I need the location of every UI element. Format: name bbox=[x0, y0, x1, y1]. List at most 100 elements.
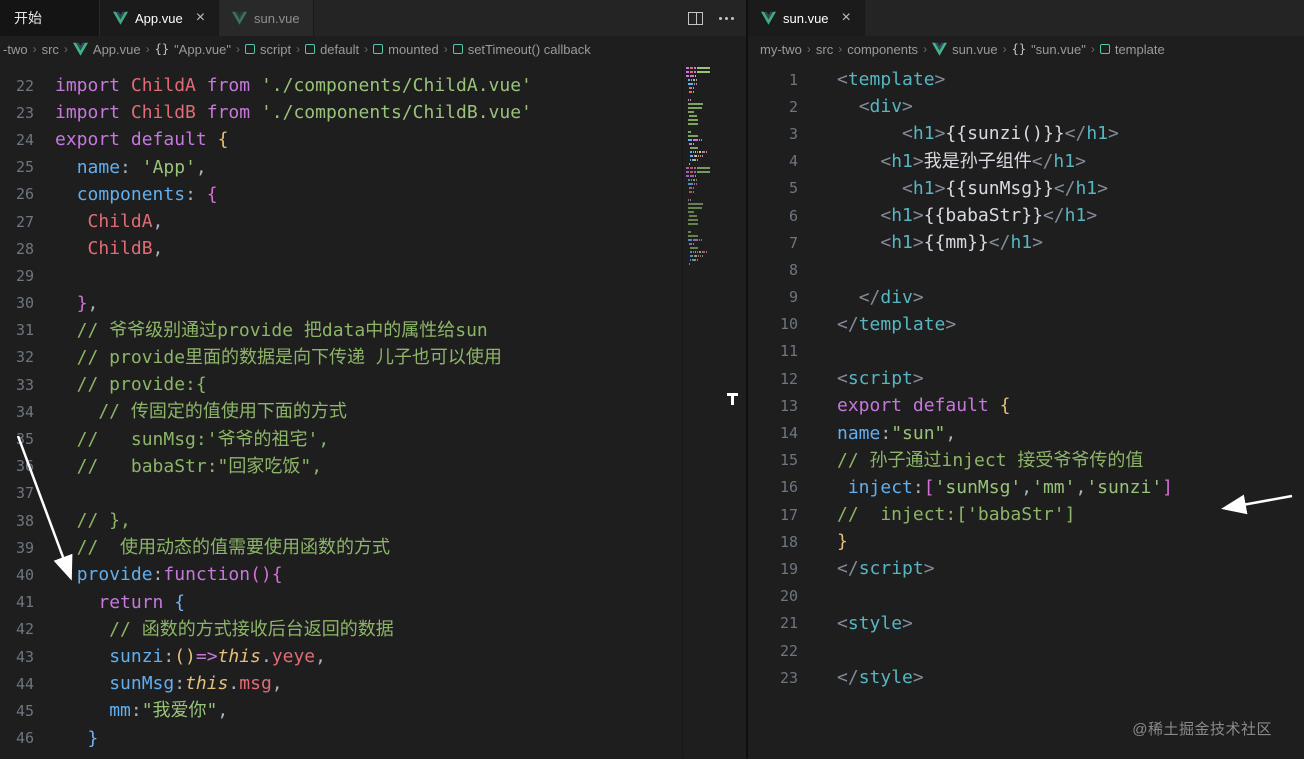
code-line[interactable]: 30 }, bbox=[0, 290, 746, 317]
braces-icon: {} bbox=[155, 42, 169, 56]
code-line[interactable]: 27 ChildA, bbox=[0, 208, 746, 235]
code-line[interactable]: 37 bbox=[0, 480, 746, 507]
code-line[interactable]: 13export default { bbox=[748, 392, 1304, 419]
code-line[interactable]: 23import ChildB from './components/Child… bbox=[0, 99, 746, 126]
code-line[interactable]: 35 // sunMsg:'爷爷的祖宅', bbox=[0, 425, 746, 452]
code-line[interactable]: 19</script> bbox=[748, 555, 1304, 582]
line-number: 19 bbox=[748, 560, 808, 578]
code-line[interactable]: 1<template> bbox=[748, 66, 1304, 93]
code-line[interactable]: 28 ChildB, bbox=[0, 235, 746, 262]
breadcrumb-item[interactable]: {}"App.vue" bbox=[155, 42, 231, 57]
breadcrumb-item[interactable]: script bbox=[245, 42, 291, 57]
editor-area: 22import ChildA from './components/Child… bbox=[0, 62, 1304, 759]
breadcrumb-item[interactable]: sun.vue bbox=[932, 42, 998, 57]
code-line[interactable]: 5 <h1>{{sunMsg}}</h1> bbox=[748, 175, 1304, 202]
code-text: sunzi:()=>this.yeye, bbox=[55, 643, 326, 670]
breadcrumb-item[interactable]: my-two bbox=[760, 42, 802, 57]
more-actions-icon[interactable] bbox=[719, 17, 734, 20]
code-line[interactable]: 12<script> bbox=[748, 365, 1304, 392]
code-area-left[interactable]: 22import ChildA from './components/Child… bbox=[0, 62, 746, 752]
breadcrumb-item[interactable]: components bbox=[847, 42, 918, 57]
code-line[interactable]: 8 bbox=[748, 256, 1304, 283]
split-editor-icon[interactable] bbox=[688, 12, 703, 25]
breadcrumb-item[interactable]: default bbox=[305, 42, 359, 57]
minimap[interactable] bbox=[682, 62, 712, 759]
breadcrumb-label: sun.vue bbox=[952, 42, 998, 57]
breadcrumb-item[interactable]: src bbox=[816, 42, 833, 57]
chevron-right-icon: › bbox=[838, 42, 842, 56]
code-line[interactable]: 41 return { bbox=[0, 589, 746, 616]
editor-pane-left[interactable]: 22import ChildA from './components/Child… bbox=[0, 62, 746, 759]
vue-icon bbox=[73, 42, 88, 56]
code-line[interactable]: 45 mm:"我爱你", bbox=[0, 697, 746, 724]
code-line[interactable]: 22 bbox=[748, 637, 1304, 664]
breadcrumb-item[interactable]: template bbox=[1100, 42, 1165, 57]
breadcrumb-item[interactable]: App.vue bbox=[73, 42, 141, 57]
close-icon[interactable]: × bbox=[842, 10, 851, 26]
breadcrumb-item[interactable]: setTimeout() callback bbox=[453, 42, 591, 57]
breadcrumb-left: -two›src›App.vue›{}"App.vue"›script›defa… bbox=[0, 36, 746, 62]
code-line[interactable]: 10</template> bbox=[748, 311, 1304, 338]
breadcrumb-item[interactable]: src bbox=[42, 42, 59, 57]
code-line[interactable]: 44 sunMsg:this.msg, bbox=[0, 670, 746, 697]
tab-sun.vue[interactable]: sun.vue × bbox=[748, 0, 865, 36]
start-label: 开始 bbox=[14, 8, 42, 28]
code-line[interactable]: 15// 孙子通过inject 接受爷爷传的值 bbox=[748, 447, 1304, 474]
line-number: 44 bbox=[0, 675, 44, 693]
code-line[interactable]: 34 // 传固定的值使用下面的方式 bbox=[0, 398, 746, 425]
code-line[interactable]: 14name:"sun", bbox=[748, 419, 1304, 446]
code-line[interactable]: 23</style> bbox=[748, 664, 1304, 691]
code-line[interactable]: 31 // 爷爷级别通过provide 把data中的属性给sun bbox=[0, 317, 746, 344]
code-line[interactable]: 29 bbox=[0, 262, 746, 289]
code-line[interactable]: 22import ChildA from './components/Child… bbox=[0, 72, 746, 99]
line-number: 3 bbox=[748, 125, 808, 143]
code-line[interactable]: 7 <h1>{{mm}}</h1> bbox=[748, 229, 1304, 256]
line-number: 41 bbox=[0, 593, 44, 611]
line-number: 2 bbox=[748, 98, 808, 116]
code-line[interactable]: 24export default { bbox=[0, 126, 746, 153]
breadcrumb-item[interactable]: -two bbox=[3, 42, 28, 57]
code-line[interactable]: 42 // 函数的方式接收后台返回的数据 bbox=[0, 616, 746, 643]
code-line[interactable]: 18} bbox=[748, 528, 1304, 555]
code-line[interactable]: 46 } bbox=[0, 725, 746, 752]
code-line[interactable]: 25 name: 'App', bbox=[0, 154, 746, 181]
code-line[interactable]: 20 bbox=[748, 583, 1304, 610]
line-number: 21 bbox=[748, 614, 808, 632]
breadcrumb-label: default bbox=[320, 42, 359, 57]
close-icon[interactable]: × bbox=[196, 10, 205, 26]
code-line[interactable]: 33 // provide:{ bbox=[0, 371, 746, 398]
tab-label: sun.vue bbox=[783, 11, 829, 26]
code-line[interactable]: 2 <div> bbox=[748, 93, 1304, 120]
code-line[interactable]: 6 <h1>{{babaStr}}</h1> bbox=[748, 202, 1304, 229]
code-line[interactable]: 4 <h1>我是孙子组件</h1> bbox=[748, 148, 1304, 175]
tab-label: sun.vue bbox=[254, 11, 300, 26]
line-number: 23 bbox=[748, 669, 808, 687]
code-area-right[interactable]: 1<template>2 <div>3 <h1>{{sunzi()}}</h1>… bbox=[748, 62, 1304, 691]
code-line[interactable]: 16 inject:['sunMsg','mm','sunzi'] bbox=[748, 474, 1304, 501]
code-line[interactable]: 17// inject:['babaStr'] bbox=[748, 501, 1304, 528]
code-line[interactable]: 32 // provide里面的数据是向下传递 儿子也可以使用 bbox=[0, 344, 746, 371]
code-line[interactable]: 40 provide:function(){ bbox=[0, 561, 746, 588]
line-number: 18 bbox=[748, 533, 808, 551]
tab-App.vue[interactable]: App.vue × bbox=[100, 0, 219, 36]
start-tab[interactable]: 开始 bbox=[0, 0, 100, 36]
tab-sun.vue[interactable]: sun.vue bbox=[219, 0, 314, 36]
breadcrumb-item[interactable]: {}"sun.vue" bbox=[1012, 42, 1086, 57]
editor-pane-right[interactable]: 1<template>2 <div>3 <h1>{{sunzi()}}</h1>… bbox=[746, 62, 1304, 759]
tab-label: App.vue bbox=[135, 11, 183, 26]
code-line[interactable]: 9 </div> bbox=[748, 284, 1304, 311]
code-line[interactable]: 38 // }, bbox=[0, 507, 746, 534]
code-line[interactable]: 11 bbox=[748, 338, 1304, 365]
code-line[interactable]: 21<style> bbox=[748, 610, 1304, 637]
code-line[interactable]: 26 components: { bbox=[0, 181, 746, 208]
code-text: }, bbox=[55, 290, 98, 317]
breadcrumb-label: App.vue bbox=[93, 42, 141, 57]
code-line[interactable]: 3 <h1>{{sunzi()}}</h1> bbox=[748, 120, 1304, 147]
code-line[interactable]: 39 // 使用动态的值需要使用函数的方式 bbox=[0, 534, 746, 561]
chevron-right-icon: › bbox=[923, 42, 927, 56]
breadcrumb-label: script bbox=[260, 42, 291, 57]
code-line[interactable]: 43 sunzi:()=>this.yeye, bbox=[0, 643, 746, 670]
code-line[interactable]: 36 // babaStr:"回家吃饭", bbox=[0, 453, 746, 480]
line-number: 25 bbox=[0, 158, 44, 176]
breadcrumb-item[interactable]: mounted bbox=[373, 42, 439, 57]
